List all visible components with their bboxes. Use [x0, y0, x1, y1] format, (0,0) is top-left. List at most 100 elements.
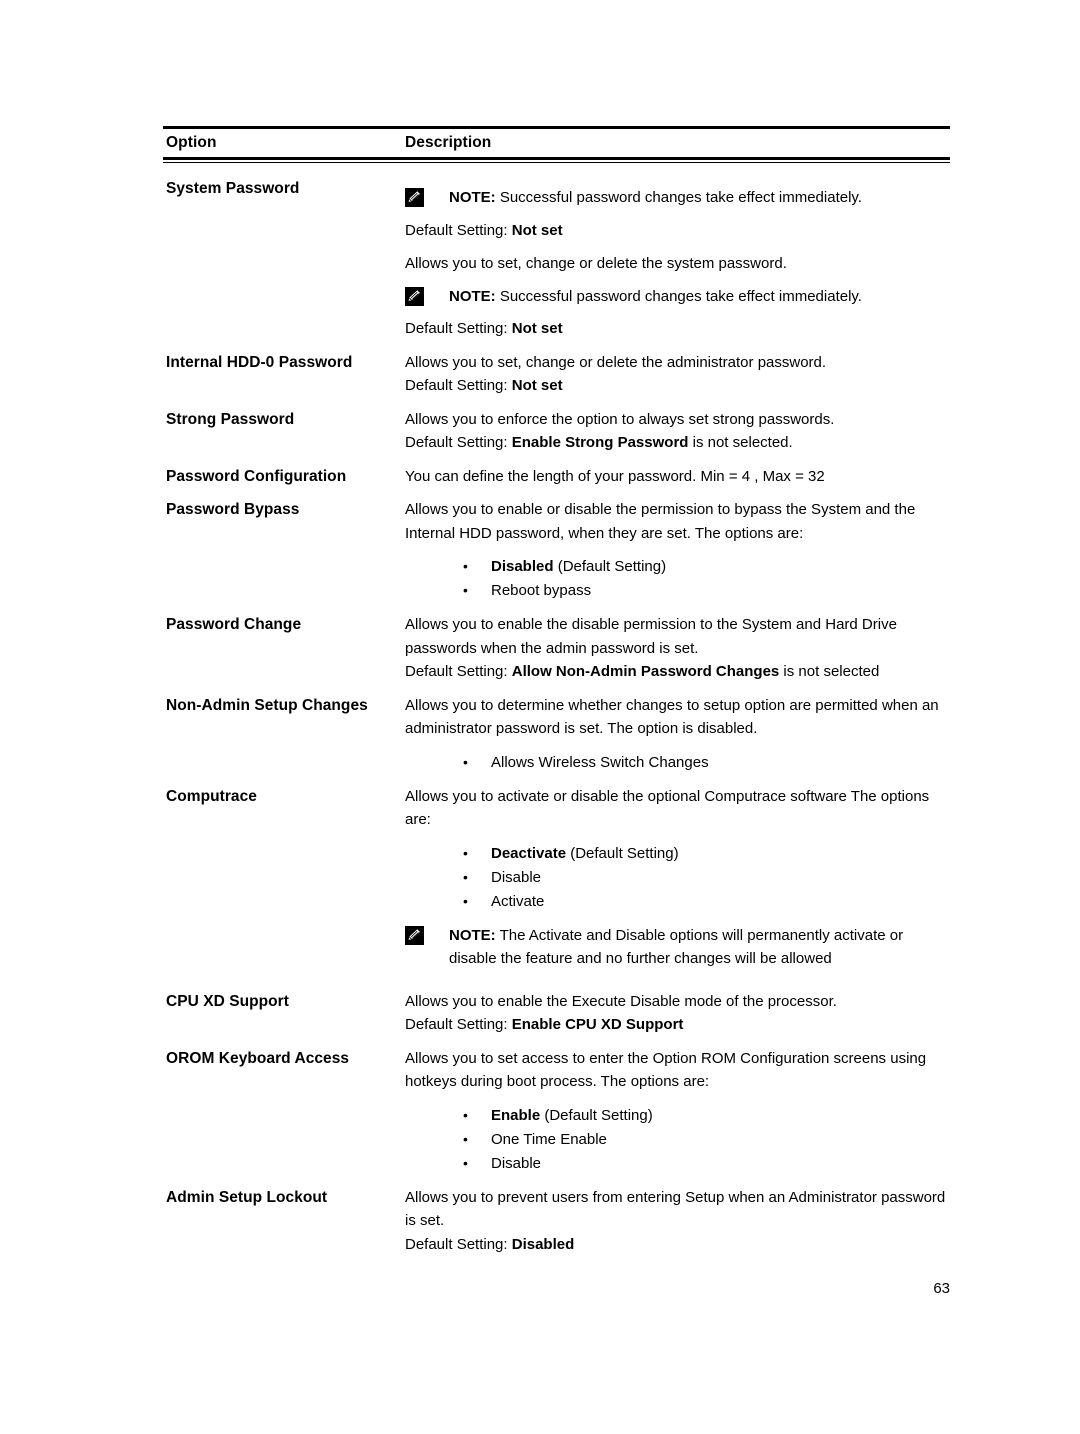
option-description: Allows you to determine whether changes …: [405, 694, 950, 785]
list-item-text: Reboot bypass: [491, 582, 592, 599]
description-text: You can define the length of your passwo…: [405, 467, 825, 485]
list-item-bold: Enable: [491, 1106, 541, 1124]
options-bullet-list: Allows Wireless Switch Changes: [405, 750, 950, 775]
description-text: Allows you to enable or disable the perm…: [405, 501, 916, 542]
default-setting-label: Default Setting:: [405, 320, 512, 337]
page-number: 63: [933, 1280, 950, 1297]
note-callout: NOTE: Successful password changes take e…: [405, 285, 950, 309]
option-label: Strong Password: [166, 410, 295, 428]
option-description: Allows you to set access to enter the Op…: [405, 1047, 950, 1186]
option-description: Allows you to set, change or delete the …: [405, 351, 950, 398]
list-item: Disable: [463, 865, 950, 890]
default-setting-value: Disabled: [511, 1235, 575, 1253]
note-text: NOTE: Successful password changes take e…: [449, 186, 950, 210]
default-setting-value: Not set: [511, 320, 563, 337]
option-label: Computrace: [166, 787, 257, 805]
option-label: Non-Admin Setup Changes: [166, 696, 368, 714]
table-row: System Password NOTE: Successful passwor…: [163, 177, 950, 341]
default-setting-line: Default Setting: Not set: [405, 219, 950, 243]
description-text: Allows you to activate or disable the op…: [405, 787, 930, 829]
note-text: NOTE: Successful password changes take e…: [449, 285, 950, 309]
note-text: NOTE: The Activate and Disable options w…: [449, 924, 950, 971]
table-row: Password Bypass Allows you to enable or …: [163, 498, 950, 613]
note-callout: NOTE: The Activate and Disable options w…: [405, 924, 950, 971]
default-setting-label: Default Setting:: [405, 1235, 512, 1253]
default-setting-label: Default Setting:: [405, 221, 512, 239]
list-item-text: (Default Setting): [540, 1106, 653, 1124]
option-label: Admin Setup Lockout: [166, 1188, 328, 1206]
default-setting-line: Default Setting: Disabled: [405, 1233, 950, 1257]
description-text: Allows you to set, change or delete the …: [405, 353, 827, 371]
list-item: Disabled (Default Setting): [463, 554, 950, 579]
default-setting-value: Enable CPU XD Support: [511, 1016, 684, 1033]
note-prefix: NOTE:: [449, 926, 496, 944]
list-item-text: (Default Setting): [553, 558, 667, 575]
description-text: Allows you to set access to enter the Op…: [405, 1049, 927, 1091]
list-item: Disable: [463, 1151, 950, 1176]
default-setting-value: Not set: [511, 377, 563, 394]
column-header-description: Description: [405, 134, 492, 151]
options-bullet-list: Enable (Default Setting) One Time Enable…: [405, 1103, 950, 1176]
table-row: Admin Setup Lockout Allows you to preven…: [163, 1186, 950, 1257]
list-item-text: (Default Setting): [566, 844, 679, 862]
list-item-bold: Disabled: [491, 558, 554, 575]
row-spacer: [163, 684, 950, 694]
table-header-row: Option Description: [163, 129, 950, 157]
default-setting-value: Not set: [511, 221, 563, 239]
default-setting-label: Default Setting:: [405, 377, 512, 394]
list-item-text: Activate: [491, 892, 545, 910]
note-pencil-icon: [405, 286, 424, 306]
table-body: System Password NOTE: Successful passwor…: [163, 163, 950, 1256]
description-text: Allows you to set, change or delete the …: [405, 255, 787, 272]
option-label: Internal HDD-0 Password: [166, 353, 353, 371]
table-row: Password Configuration You can define th…: [163, 465, 950, 489]
default-setting-line: Default Setting: Allow Non-Admin Passwor…: [405, 660, 950, 684]
option-label: Password Configuration: [166, 467, 347, 485]
row-spacer: [163, 398, 950, 408]
option-description: Allows you to prevent users from enterin…: [405, 1186, 950, 1257]
row-spacer: [163, 980, 950, 990]
option-label: OROM Keyboard Access: [166, 1049, 350, 1067]
option-description: Allows you to enforce the option to alwa…: [405, 408, 950, 455]
table-row: Password Change Allows you to enable the…: [163, 613, 950, 684]
table-row: Strong Password Allows you to enforce th…: [163, 408, 950, 455]
option-description: Allows you to enable the Execute Disable…: [405, 990, 950, 1037]
list-item-text: One Time Enable: [491, 1130, 607, 1148]
table-row: Non-Admin Setup Changes Allows you to de…: [163, 694, 950, 785]
note-body: Successful password changes take effect …: [495, 189, 862, 206]
table-row: Internal HDD-0 Password Allows you to se…: [163, 351, 950, 398]
note-prefix: NOTE:: [449, 189, 496, 206]
description-text: Allows you to prevent users from enterin…: [405, 1188, 946, 1230]
document-page: Option Description System Password NOTE:…: [0, 0, 1080, 1434]
table-row: OROM Keyboard Access Allows you to set a…: [163, 1047, 950, 1186]
option-label: System Password: [166, 180, 300, 197]
table-row: Computrace Allows you to activate or dis…: [163, 785, 950, 980]
row-spacer: [163, 488, 950, 498]
options-bullet-list: Disabled (Default Setting) Reboot bypass: [405, 554, 950, 603]
bios-options-table: Option Description System Password NOTE:…: [163, 126, 950, 1256]
option-label: Password Change: [166, 616, 302, 633]
default-setting-label: Default Setting:: [405, 663, 512, 680]
description-text: Allows you to determine whether changes …: [405, 696, 939, 738]
list-item-bold: Deactivate: [491, 844, 567, 862]
list-item-text: Disable: [491, 868, 542, 886]
list-item: Allows Wireless Switch Changes: [463, 750, 950, 775]
list-item: Activate: [463, 889, 950, 914]
note-body: Successful password changes take effect …: [495, 287, 862, 305]
option-description: You can define the length of your passwo…: [405, 465, 950, 489]
list-item: One Time Enable: [463, 1127, 950, 1152]
row-spacer: [163, 1037, 950, 1047]
row-spacer: [163, 341, 950, 351]
default-setting-line: Default Setting: Not set: [405, 317, 950, 341]
default-setting-value: Allow Non-Admin Password Changes: [511, 663, 780, 680]
default-setting-line: Default Setting: Enable Strong Password …: [405, 431, 950, 455]
default-setting-suffix: is not selected.: [688, 434, 793, 451]
note-prefix: NOTE:: [449, 287, 496, 305]
note-pencil-icon: [405, 188, 424, 207]
default-setting-line: Default Setting: Enable CPU XD Support: [405, 1013, 950, 1037]
default-setting-line: Default Setting: Not set: [405, 374, 950, 398]
option-label: Password Bypass: [166, 501, 300, 518]
option-description: Allows you to activate or disable the op…: [405, 785, 950, 980]
option-label: CPU XD Support: [166, 992, 289, 1010]
options-bullet-list: Deactivate (Default Setting) Disable Act…: [405, 841, 950, 914]
